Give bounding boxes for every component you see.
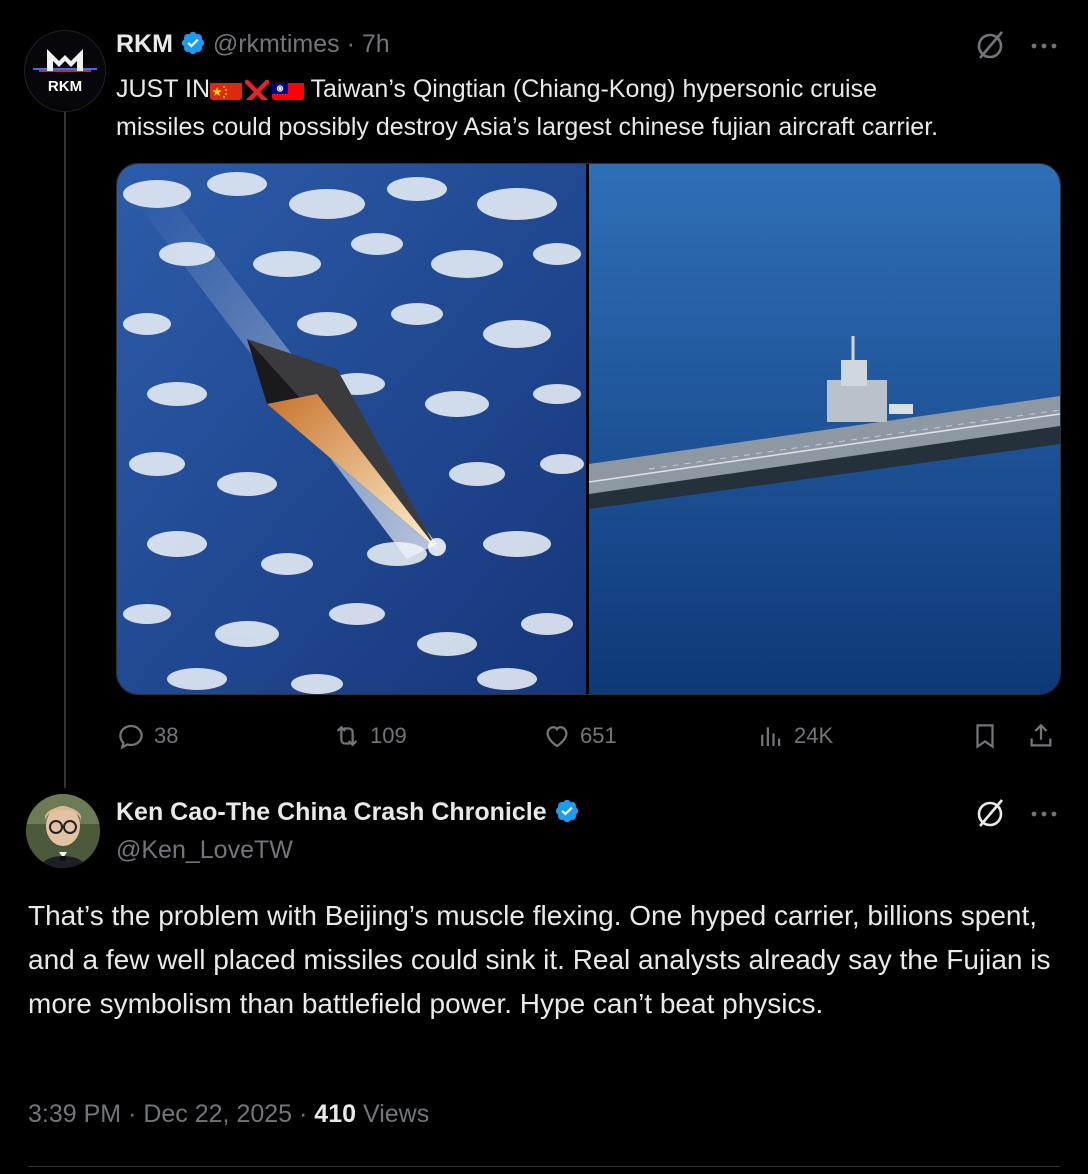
china-flag-icon [210, 78, 242, 100]
repost-icon [336, 725, 358, 747]
views-label: Views [362, 1100, 430, 1128]
reply-author-row: Ken Cao-The China Crash Chronicle [116, 798, 580, 831]
tweet-text: JUST IN Taiwan’s Qingtian (Chiang-Kong) … [116, 70, 1066, 146]
hypersonic-missile-over-clouds-image[interactable] [117, 164, 586, 694]
reply-author-name[interactable]: Ken Cao-The China Crash Chronicle [116, 798, 547, 826]
analytics-icon [761, 727, 781, 746]
reply-count: 38 [154, 723, 179, 748]
views-button[interactable]: 24K [756, 720, 833, 752]
grok-icon[interactable] [972, 796, 1008, 832]
like-count: 651 [580, 723, 617, 748]
view-count: 24K [794, 723, 834, 748]
author-handle[interactable]: @rkmtimes [213, 30, 340, 58]
like-button[interactable]: 651 [542, 720, 617, 752]
bookmark-icon [976, 724, 994, 749]
avatar[interactable]: RKM [24, 30, 106, 112]
author-name[interactable]: RKM [116, 30, 173, 58]
taiwan-flag-icon [272, 78, 304, 100]
thread-connector-line [64, 108, 66, 788]
verified-badge-icon [180, 30, 206, 63]
share-button[interactable] [1026, 720, 1064, 752]
separator-dot: · [346, 30, 355, 58]
more-options-icon[interactable] [1026, 796, 1062, 832]
reply-avatar[interactable] [26, 794, 100, 868]
repost-button[interactable]: 109 [332, 720, 407, 752]
reply-date[interactable]: Dec 22, 2025 [143, 1100, 292, 1128]
tweet-text-prefix: JUST IN [116, 75, 210, 103]
separator-dot: · [128, 1100, 137, 1128]
cross-mark-icon [242, 78, 272, 100]
aircraft-carrier-at-sea-image[interactable] [588, 164, 1060, 694]
share-icon [1030, 723, 1052, 747]
reply-icon [119, 724, 143, 750]
reply-meta: 3:39 PM · Dec 22, 2025 · 410 Views [28, 1100, 429, 1129]
tweet-media[interactable] [116, 163, 1061, 695]
heart-icon [546, 726, 568, 748]
tweet-time[interactable]: 7h [362, 30, 390, 58]
divider [28, 1166, 1060, 1167]
verified-badge-icon [554, 798, 580, 831]
svg-text:RKM: RKM [48, 78, 82, 95]
reply-view-count: 410 [314, 1100, 357, 1128]
bookmark-button[interactable] [970, 720, 1008, 752]
author-name-row: RKM @rkmtimes · 7h [116, 30, 390, 63]
reply-text: That’s the problem with Beijing’s muscle… [28, 900, 1051, 1019]
reply-button[interactable]: 38 [116, 720, 178, 752]
tweet-text-suffix: Taiwan’s Qingtian (Chiang-Kong) hyperson… [304, 75, 877, 103]
reply-time[interactable]: 3:39 PM [28, 1100, 121, 1128]
separator-dot: · [299, 1100, 308, 1128]
grok-icon[interactable] [972, 28, 1008, 64]
more-options-icon[interactable] [1026, 28, 1062, 64]
tweet-text-line2: missiles could possibly destroy Asia’s l… [116, 113, 939, 141]
reply-author-handle[interactable]: @Ken_LoveTW [116, 836, 293, 865]
rkm-logo-icon: RKM [25, 31, 105, 111]
repost-count: 109 [370, 723, 407, 748]
